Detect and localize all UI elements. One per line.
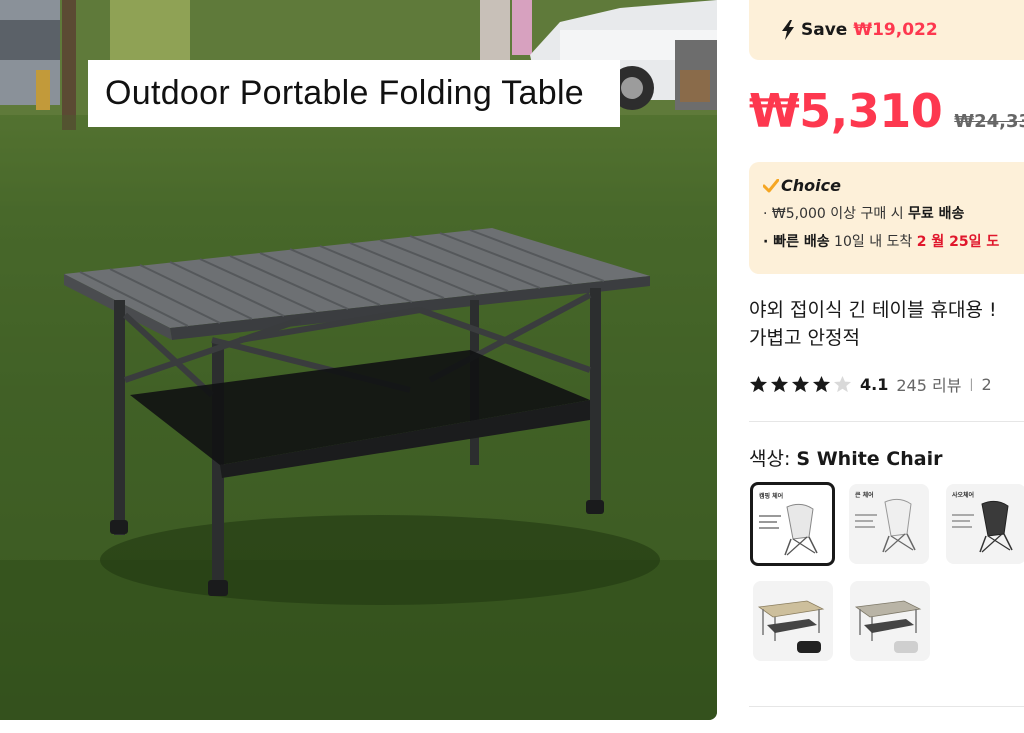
product-title-line1: 야외 접이식 긴 테이블 휴대용 ! bbox=[749, 299, 997, 321]
color-swatch-khaki-table[interactable] bbox=[753, 581, 833, 661]
fast-delivery-line: · 빠른 배송 10일 내 도착 2 월 25일 도 bbox=[763, 231, 1024, 251]
save-label: Save bbox=[801, 20, 848, 40]
product-title: 야외 접이식 긴 테이블 휴대용 ! 가볍고 안정적 bbox=[749, 296, 1024, 352]
check-icon bbox=[763, 178, 779, 192]
star-filled-icon bbox=[770, 375, 789, 392]
rating-value: 4.1 bbox=[860, 374, 889, 394]
choice-title: Choice bbox=[781, 176, 841, 195]
product-image[interactable]: Outdoor Portable Folding Table bbox=[0, 0, 717, 720]
color-swatch-white-chair[interactable]: 캠핑 체어 bbox=[750, 482, 835, 566]
star-filled-icon bbox=[749, 375, 768, 392]
price-row: ₩5,310 ₩24,332 bbox=[749, 84, 1024, 138]
free-shipping-label: 무료 배송 bbox=[908, 206, 965, 222]
delivery-date: 2 월 25일 도 bbox=[916, 234, 1000, 250]
choice-info-box[interactable]: Choice · ₩5,000 이상 구매 시 무료 배송 · 빠른 배송 10… bbox=[749, 162, 1024, 274]
rating-stars bbox=[749, 375, 852, 394]
save-banner: Save ₩19,022 bbox=[749, 0, 1024, 60]
choice-badge: Choice bbox=[763, 176, 1024, 195]
star-empty-icon bbox=[833, 375, 852, 392]
table-thumbnail bbox=[854, 600, 922, 653]
rating-separator: | bbox=[969, 377, 974, 391]
review-count[interactable]: 245 리뷰 bbox=[896, 372, 961, 396]
color-swatch-grey-table[interactable] bbox=[850, 581, 930, 661]
divider bbox=[749, 706, 1024, 707]
chair-thumbnail bbox=[759, 503, 818, 556]
sold-count: 2 bbox=[981, 374, 992, 394]
color-swatch-big-chair[interactable]: 큰 체어 bbox=[849, 484, 929, 564]
free-shipping-line: · ₩5,000 이상 구매 시 무료 배송 bbox=[763, 203, 1024, 223]
color-option-label: 색상: S White Chair bbox=[749, 444, 942, 471]
star-filled-icon bbox=[791, 375, 810, 392]
divider bbox=[749, 421, 1024, 422]
product-image-caption: Outdoor Portable Folding Table bbox=[88, 60, 620, 127]
delivery-days: 10일 내 도착 bbox=[829, 234, 917, 250]
original-price: ₩24,332 bbox=[954, 111, 1024, 132]
fast-delivery-label: · 빠른 배송 bbox=[763, 234, 830, 250]
color-selected-value: S White Chair bbox=[796, 448, 943, 470]
lightning-bolt-icon bbox=[782, 20, 794, 40]
chair-thumbnail bbox=[952, 500, 1013, 553]
current-price: ₩5,310 bbox=[749, 84, 943, 138]
color-swatch-dark-chair[interactable]: 사오체어 bbox=[946, 484, 1024, 564]
product-title-line2: 가볍고 안정적 bbox=[749, 327, 860, 349]
free-shipping-threshold: · ₩5,000 이상 구매 시 bbox=[763, 206, 909, 222]
save-amount: ₩19,022 bbox=[853, 20, 938, 40]
rating-row[interactable]: 4.1 245 리뷰 | 2 bbox=[749, 372, 992, 396]
color-label-prefix: 색상: bbox=[749, 448, 791, 470]
chair-thumbnail bbox=[855, 498, 916, 553]
star-filled-icon bbox=[812, 375, 831, 392]
product-info-panel: Save ₩19,022 ₩5,310 ₩24,332 Choice · ₩5,… bbox=[749, 0, 1024, 733]
table-thumbnail bbox=[757, 600, 825, 653]
